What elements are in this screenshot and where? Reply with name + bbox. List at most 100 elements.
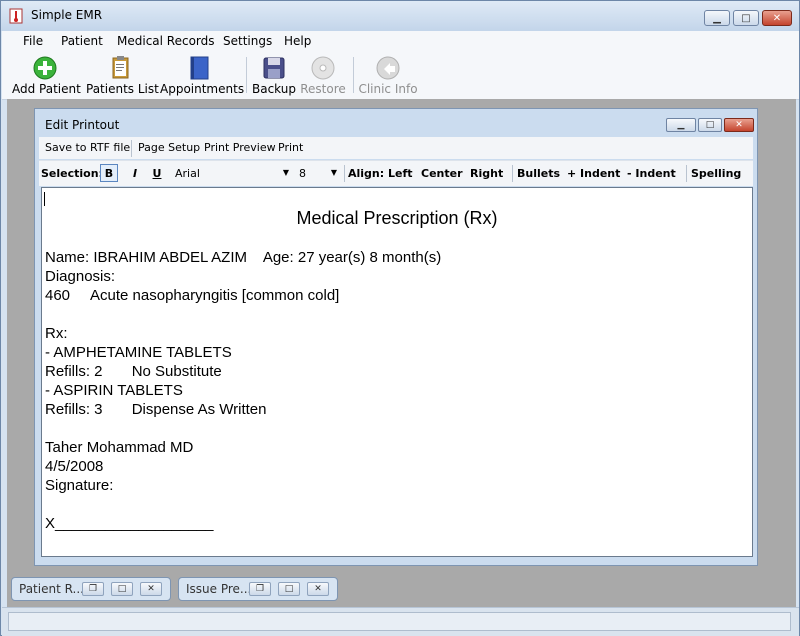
restore-label: Restore [300,82,346,96]
underline-button[interactable]: U [148,164,166,182]
close-icon: ✕ [772,12,782,24]
print-button[interactable]: Print [278,141,303,154]
bullets-button[interactable]: Bullets [517,167,560,180]
close-window-button[interactable]: ✕ [140,582,162,596]
minimized-window-patient[interactable]: Patient R... ❐ □ ✕ [11,577,171,601]
app-title: Simple EMR [31,8,103,22]
child-close-button[interactable]: ✕ [724,118,754,132]
close-window-button[interactable]: ✕ [307,582,329,596]
restore-window-button[interactable]: ❐ [249,582,271,596]
italic-button[interactable]: I [126,164,144,182]
toolbar-separator [353,57,354,93]
menu-file[interactable]: File [23,34,43,48]
selection-label: Selection: [41,167,103,180]
close-icon: ✕ [314,584,322,594]
restore-button[interactable]: Restore [300,53,346,97]
menu-separator [131,140,132,157]
thermometer-icon [9,8,23,24]
print-preview-button[interactable]: Print Preview [204,141,276,154]
format-toolbar: Selection: B I U Arial ▼ 8 ▼ Align: Left… [39,160,753,186]
add-patient-label: Add Patient [12,82,81,96]
printout-editor[interactable]: Medical Prescription (Rx) Name: IBRAHIM … [41,187,753,557]
clinic-info-label: Clinic Info [358,82,418,96]
clinic-icon [376,56,400,80]
minimized-window-title: Patient R... [19,582,84,596]
align-label: Align: [348,167,385,180]
toolbar: Add Patient Patients List Appointments B… [2,51,799,100]
maximize-icon: □ [284,584,294,594]
maximize-window-button[interactable]: □ [278,582,300,596]
font-size-value: 8 [299,167,306,180]
menu-medical-records[interactable]: Medical Records [117,34,215,48]
prescription-title: Medical Prescription (Rx) [296,208,498,228]
maximize-icon: □ [117,584,127,594]
patient-name-line: Name: IBRAHIM ABDEL AZIM Age: 27 year(s)… [45,249,442,266]
menu-help[interactable]: Help [284,34,311,48]
restore-window-icon: ❐ [255,584,265,594]
minimize-icon: ▁ [677,120,685,130]
clinic-info-button[interactable]: Clinic Info [358,53,418,97]
medication-line: - ASPIRIN TABLETS [45,382,183,399]
save-rtf-button[interactable]: Save to RTF file [45,141,130,154]
minimize-button[interactable]: ▁ [704,10,730,26]
bold-button[interactable]: B [100,164,118,182]
maximize-window-button[interactable]: □ [111,582,133,596]
restore-window-icon: ❐ [88,584,98,594]
spelling-button[interactable]: Spelling [691,167,741,180]
minimize-icon: ▁ [713,12,721,24]
chevron-down-icon: ▼ [330,168,337,177]
doctor-name: Taher Mohammad MD [45,439,194,456]
toolbar-separator [246,57,247,93]
add-icon [33,56,57,80]
toolbar-separator [512,165,513,182]
font-select[interactable]: Arial ▼ [171,164,293,183]
menu-bar: File Patient Medical Records Settings He… [2,31,799,51]
maximize-icon: □ [741,12,751,24]
restore-window-icon: □ [705,120,715,130]
patients-list-label: Patients List [86,82,159,96]
patients-list-button[interactable]: Patients List [86,53,159,97]
edit-printout-window: Edit Printout ▁ □ ✕ Save to RTF file Pag… [34,108,758,566]
appointments-label: Appointments [160,82,245,96]
page-setup-button[interactable]: Page Setup [138,141,200,154]
prescription-date: 4/5/2008 [45,458,104,475]
add-patient-button[interactable]: Add Patient [12,53,81,97]
toolbar-separator [344,165,345,182]
appointments-button[interactable]: Appointments [160,53,245,97]
decrease-indent-button[interactable]: - Indent [627,167,676,180]
close-icon: ✕ [147,584,155,594]
close-icon: ✕ [735,120,743,130]
menu-patient[interactable]: Patient [61,34,103,48]
book-icon [190,56,209,80]
status-panel [8,612,791,631]
restore-window-button[interactable]: ❐ [82,582,104,596]
disc-icon [311,56,335,80]
font-size-select[interactable]: 8 ▼ [295,164,341,183]
chevron-down-icon: ▼ [282,168,289,177]
floppy-disk-icon [263,57,285,79]
increase-indent-button[interactable]: + Indent [567,167,620,180]
minimized-window-issue[interactable]: Issue Pre... ❐ □ ✕ [178,577,338,601]
refills-line: Refills: 2 No Substitute [45,363,222,380]
toolbar-separator [686,165,687,182]
printout-menu-bar: Save to RTF file Page Setup Print Previe… [39,137,753,159]
align-left-button[interactable]: Left [388,167,413,180]
maximize-button[interactable]: □ [733,10,759,26]
title-bar: Simple EMR ▁ □ ✕ [1,1,799,31]
align-center-button[interactable]: Center [421,167,463,180]
minimized-window-title: Issue Pre... [186,582,252,596]
child-minimize-button[interactable]: ▁ [666,118,696,132]
status-bar [2,607,799,636]
diagnosis-line: 460 Acute nasopharyngitis [common cold] [45,287,340,304]
backup-label: Backup [252,82,296,96]
font-select-value: Arial [175,167,200,180]
refills-line: Refills: 3 Dispense As Written [45,401,267,418]
backup-button[interactable]: Backup [252,53,296,97]
child-window-title: Edit Printout [45,118,120,132]
close-button[interactable]: ✕ [762,10,792,26]
child-maximize-button[interactable]: □ [698,118,722,132]
align-right-button[interactable]: Right [470,167,503,180]
signature-line: X___________________ [45,515,214,532]
main-window: Simple EMR ▁ □ ✕ File Patient Medical Re… [0,0,800,636]
menu-settings[interactable]: Settings [223,34,272,48]
